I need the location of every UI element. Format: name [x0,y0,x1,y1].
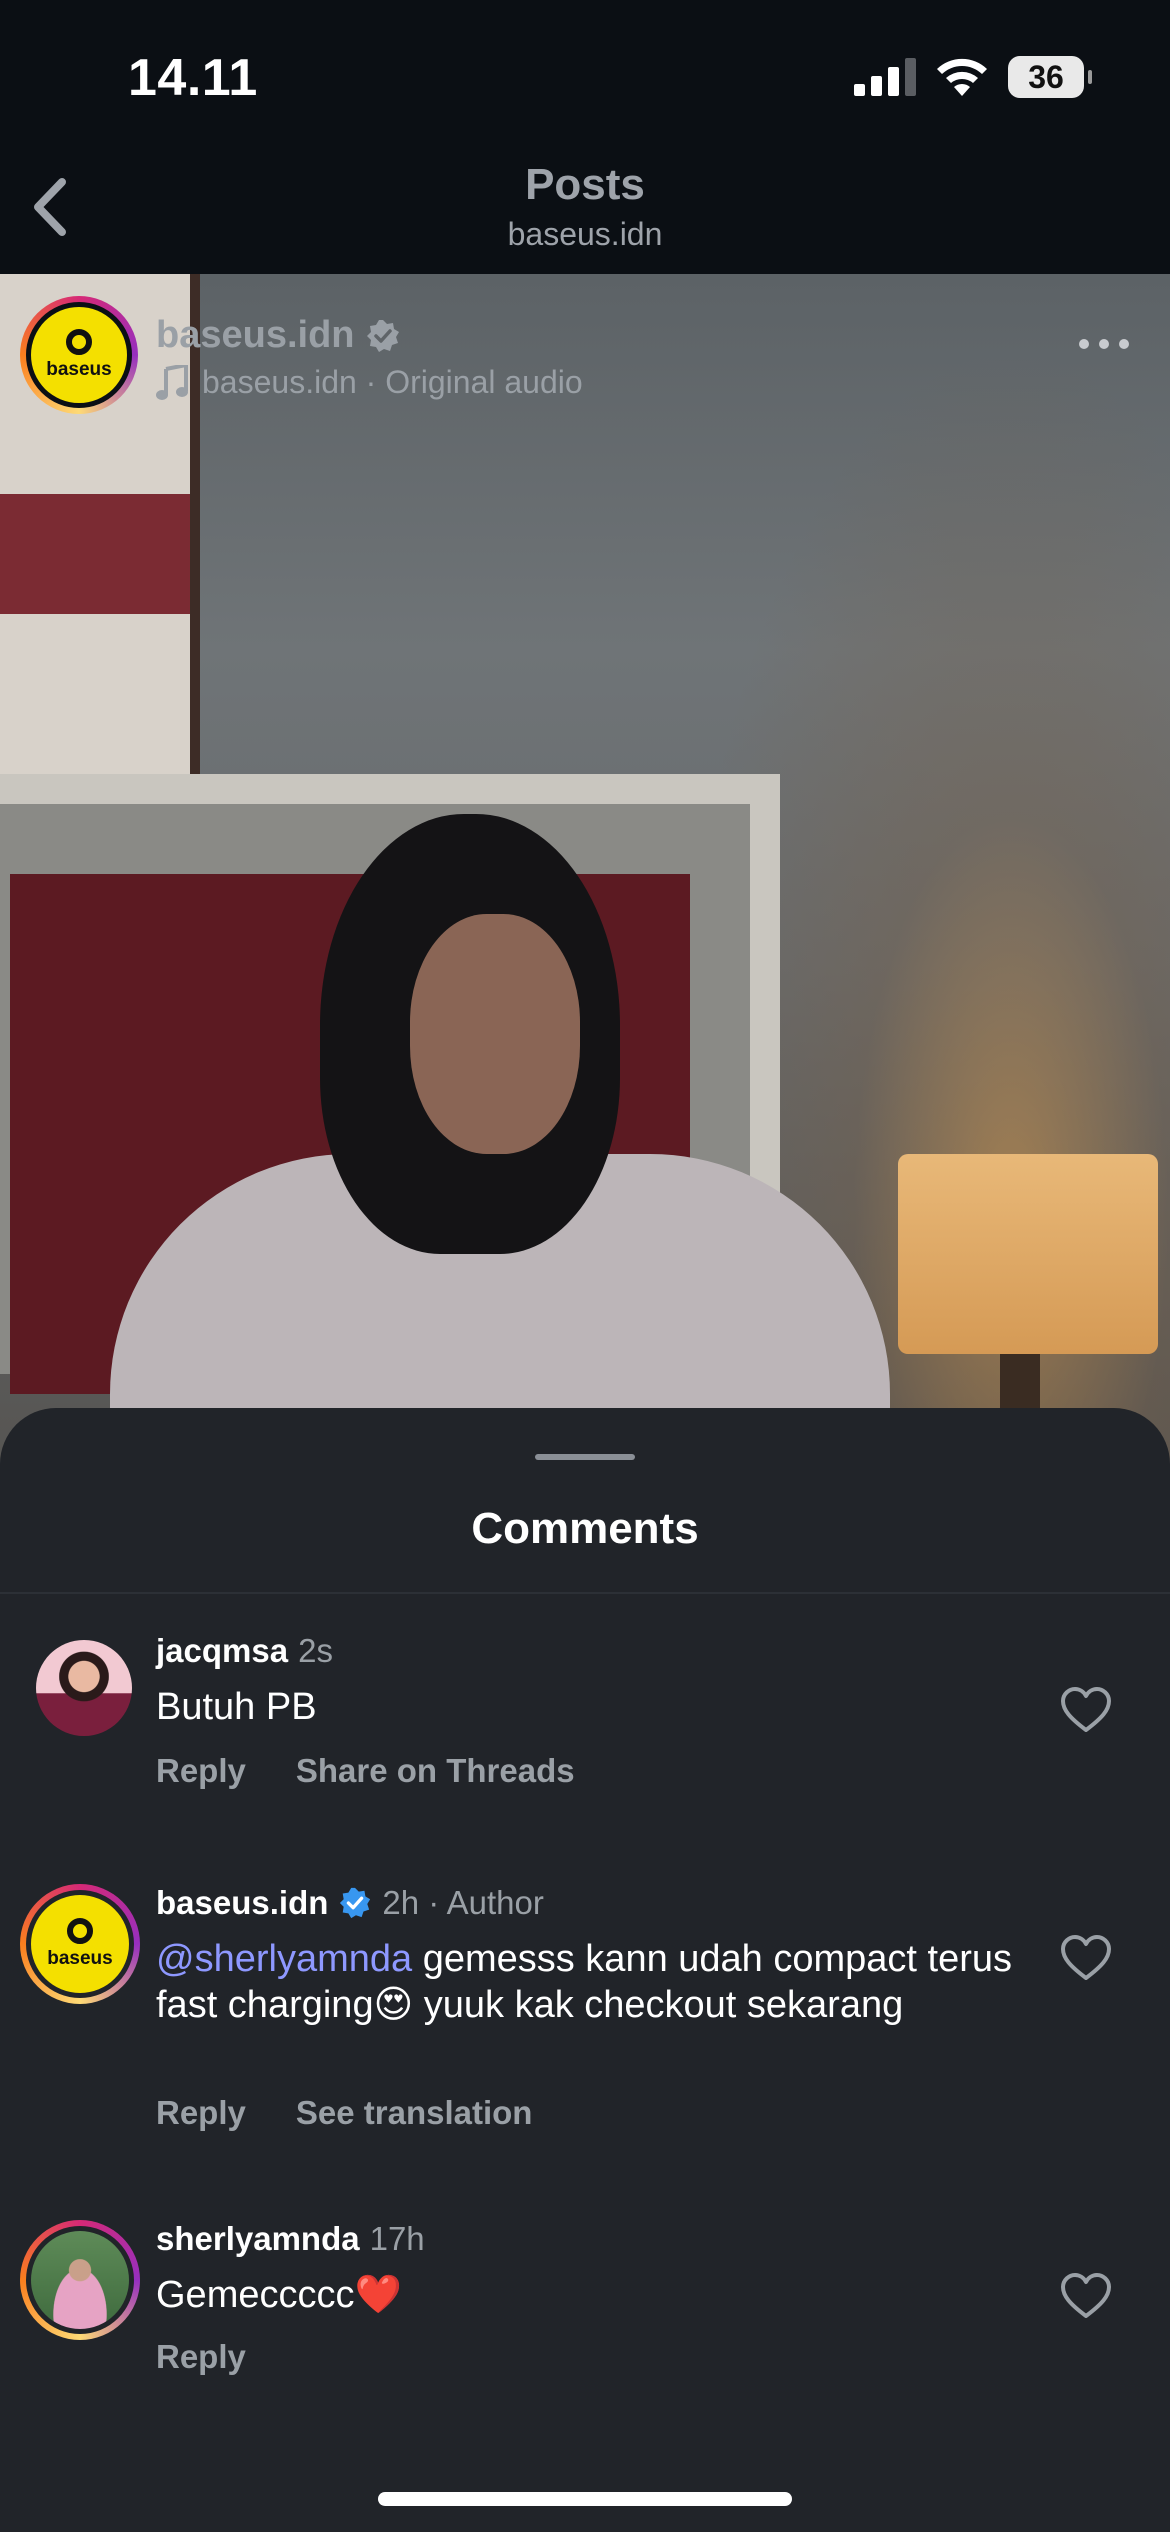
commenter-avatar[interactable] [36,1640,132,1736]
comment-meta: jacqmsa 2s [156,1632,333,1670]
comment-actions: Reply [156,2338,246,2376]
post-header: baseus baseus.idn baseus.idn · Original … [0,274,1170,434]
baseus-logo-icon [66,329,92,355]
comments-title: Comments [471,1504,699,1553]
comment-text: Butuh PB [156,1686,317,1728]
comment-actions: Reply See translation [156,2094,532,2132]
comments-sheet: Comments jacqmsa 2s Butuh PB Reply Share… [0,1408,1170,2532]
heart-icon[interactable] [1060,2272,1112,2320]
status-time: 14.11 [128,49,258,107]
reply-button[interactable]: Reply [156,2338,246,2376]
commenter-avatar[interactable]: baseus [20,1884,140,2004]
verified-icon [340,1887,371,1919]
page-title: Posts [525,160,645,209]
comment-time: 2h · Author [382,1884,544,1921]
divider [0,1592,1170,1594]
post-media[interactable]: baseus baseus.idn baseus.idn · Original … [0,274,1170,1524]
nav-header: Posts baseus.idn [0,150,1170,274]
post-audio-label: baseus.idn · Original audio [202,364,583,400]
baseus-logo-icon [67,1918,93,1944]
avatar-logo-text: baseus [46,359,112,380]
mention-link[interactable]: @sherlyamnda [156,1938,412,1980]
status-bar: 14.11 36 [0,0,1170,150]
signal-icon [854,58,916,96]
post-username[interactable]: baseus.idn [156,314,401,357]
heart-icon[interactable] [1060,1686,1112,1734]
comment-username[interactable]: jacqmsa [156,1632,288,1670]
see-translation-button[interactable]: See translation [296,2094,533,2132]
battery-level: 36 [1008,56,1084,98]
commenter-avatar[interactable] [20,2220,140,2340]
comment-meta: baseus.idn 2h · Author [156,1884,544,1922]
comment-meta: sherlyamnda 17h [156,2220,425,2258]
avatar-logo-text: baseus [47,1948,113,1969]
page-subtitle: baseus.idn [507,216,663,252]
sheet-grab-handle[interactable] [535,1454,635,1460]
post-audio[interactable]: baseus.idn · Original audio [156,364,583,401]
comment-time: 17h [369,2220,425,2257]
post-username-label: baseus.idn [156,314,355,356]
reply-button[interactable]: Reply [156,1752,246,1790]
lamp [898,1154,1158,1354]
comment-text: @sherlyamnda gemesss kann udah compact t… [156,1936,1036,2028]
heart-icon[interactable] [1060,1934,1112,1982]
post-avatar[interactable]: baseus [20,296,138,414]
comment-actions: Reply Share on Threads [156,1752,575,1790]
share-on-threads-button[interactable]: Share on Threads [296,1752,575,1790]
comment-time: 2s [298,1632,333,1669]
more-icon[interactable] [1076,334,1132,354]
music-note-icon [156,364,188,400]
battery-icon: 36 [1008,56,1092,98]
wifi-icon [937,58,987,96]
comment-username[interactable]: baseus.idn [156,1884,328,1922]
verified-icon [366,319,399,352]
comment-text: Gemeccccc❤️ [156,2274,402,2316]
avatar-photo [31,2231,129,2329]
comment-username[interactable]: sherlyamnda [156,2220,360,2258]
home-indicator[interactable] [378,2492,792,2506]
reply-button[interactable]: Reply [156,2094,246,2132]
